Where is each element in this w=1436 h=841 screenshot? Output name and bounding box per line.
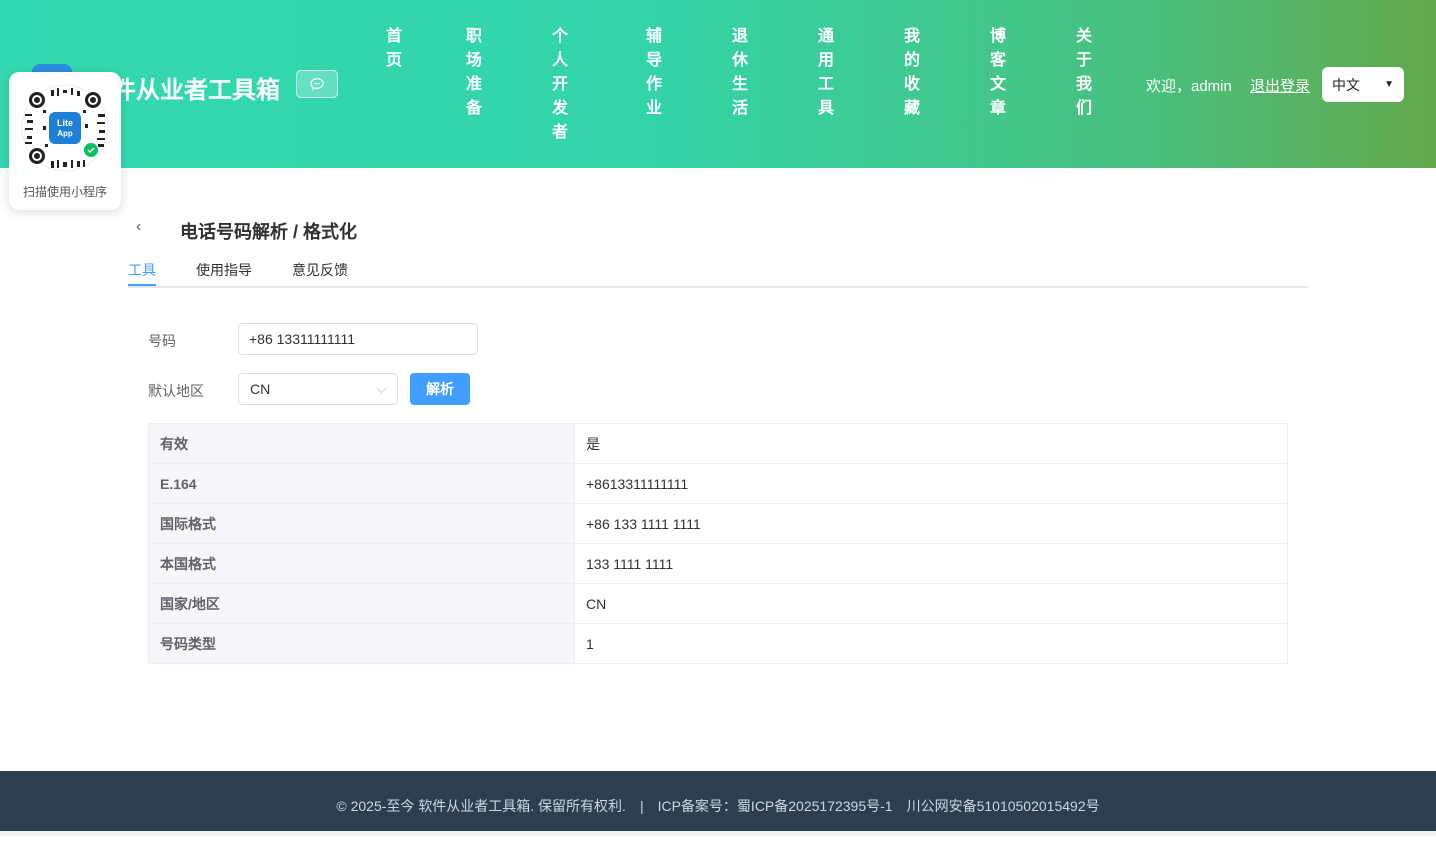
result-value: CN xyxy=(574,583,1288,624)
result-key: 国际格式 xyxy=(148,503,575,544)
result-value: 是 xyxy=(574,423,1288,464)
result-value: 133 1111 1111 xyxy=(574,543,1288,584)
result-key: 有效 xyxy=(148,423,575,464)
qr-badge-bottom: App xyxy=(57,129,73,138)
language-select[interactable]: 中文 ▼ xyxy=(1322,67,1404,102)
table-row: 国家/地区 CN xyxy=(148,583,1288,624)
result-key: 号码类型 xyxy=(148,623,575,664)
result-value: 1 xyxy=(574,623,1288,664)
chevron-down-icon: ⌵ xyxy=(376,382,386,396)
nav-indie-dev[interactable]: 个人开发者 xyxy=(550,25,570,145)
active-tab-indicator xyxy=(128,284,156,286)
nav-retirement[interactable]: 退休生活 xyxy=(730,25,750,121)
copyright-text: © 2025-至今 软件从业者工具箱. 保留所有权利. xyxy=(336,798,626,814)
chat-button[interactable] xyxy=(296,70,338,98)
result-value: +8613311111111 xyxy=(574,463,1288,504)
qr-badge-top: Lite xyxy=(57,118,73,128)
logout-link[interactable]: 退出登录 xyxy=(1250,75,1310,96)
number-label: 号码 xyxy=(148,333,176,349)
nav-home[interactable]: 首页 xyxy=(384,25,404,73)
table-row: E.164 +8613311111111 xyxy=(148,463,1288,504)
site-title: 件从业者工具箱 xyxy=(112,77,280,104)
result-key: E.164 xyxy=(148,463,575,504)
footer: © 2025-至今 软件从业者工具箱. 保留所有权利. | ICP备案号：蜀ICP备… xyxy=(0,771,1436,831)
footer-separator: | xyxy=(639,798,644,814)
nav-career-prep[interactable]: 职场准备 xyxy=(464,25,484,121)
chat-icon xyxy=(310,78,324,91)
qr-code-icon: Lite App xyxy=(21,84,109,172)
table-row: 国际格式 +86 133 1111 1111 xyxy=(148,503,1288,544)
table-row: 有效是 xyxy=(148,423,1288,464)
nav-about[interactable]: 关于我们 xyxy=(1074,25,1094,121)
tab-guide[interactable]: 使用指导 xyxy=(196,260,252,280)
tab-feedback[interactable]: 意见反馈 xyxy=(292,260,348,280)
region-value: CN xyxy=(250,381,271,397)
icp-link[interactable]: ICP备案号：蜀ICP备2025172395号-1 xyxy=(658,798,893,814)
table-row: 本国格式 133 1111 1111 xyxy=(148,543,1288,584)
language-value: 中文 xyxy=(1332,76,1360,93)
region-label: 默认地区 xyxy=(148,383,204,399)
qr-caption: 扫描使用小程序 xyxy=(22,185,107,199)
chevron-down-icon: ▼ xyxy=(1384,79,1394,90)
header: 件从业者工具箱 首页 职场准备 个人开发者 辅导作业 退休生活 通用工具 我的收… xyxy=(0,0,1436,168)
qr-card: Lite App 扫描使用小程序 xyxy=(9,72,121,210)
table-row: 号码类型 1 xyxy=(148,623,1288,664)
nav-homework[interactable]: 辅导作业 xyxy=(644,25,664,121)
welcome-text: 欢迎，admin xyxy=(1146,78,1232,95)
result-value: +86 133 1111 1111 xyxy=(574,503,1288,544)
nav-favorites[interactable]: 我的收藏 xyxy=(902,25,922,121)
bottom-strip xyxy=(0,831,1436,836)
region-select[interactable]: CN ⌵ xyxy=(238,373,398,405)
nav-general-tools[interactable]: 通用工具 xyxy=(816,25,836,121)
tab-tool[interactable]: 工具 xyxy=(128,260,156,280)
result-table: 有效是 E.164 +8613311111111 国际格式 +86 133 1111… xyxy=(148,423,1288,664)
page-title: 电话号码解析 / 格式化 xyxy=(180,222,358,242)
tab-bar: 工具 使用指导 意见反馈 xyxy=(128,258,1308,288)
result-key: 本国格式 xyxy=(148,543,575,584)
phone-number-input[interactable]: +86 13311111111 xyxy=(238,323,478,355)
nav-blog[interactable]: 博客文章 xyxy=(988,25,1008,121)
result-key: 国家/地区 xyxy=(148,583,575,624)
parse-button[interactable]: 解析 xyxy=(410,373,470,405)
back-icon[interactable]: ‹ xyxy=(136,218,141,236)
police-record-link[interactable]: 川公网安备51010502015492号 xyxy=(907,798,1100,814)
